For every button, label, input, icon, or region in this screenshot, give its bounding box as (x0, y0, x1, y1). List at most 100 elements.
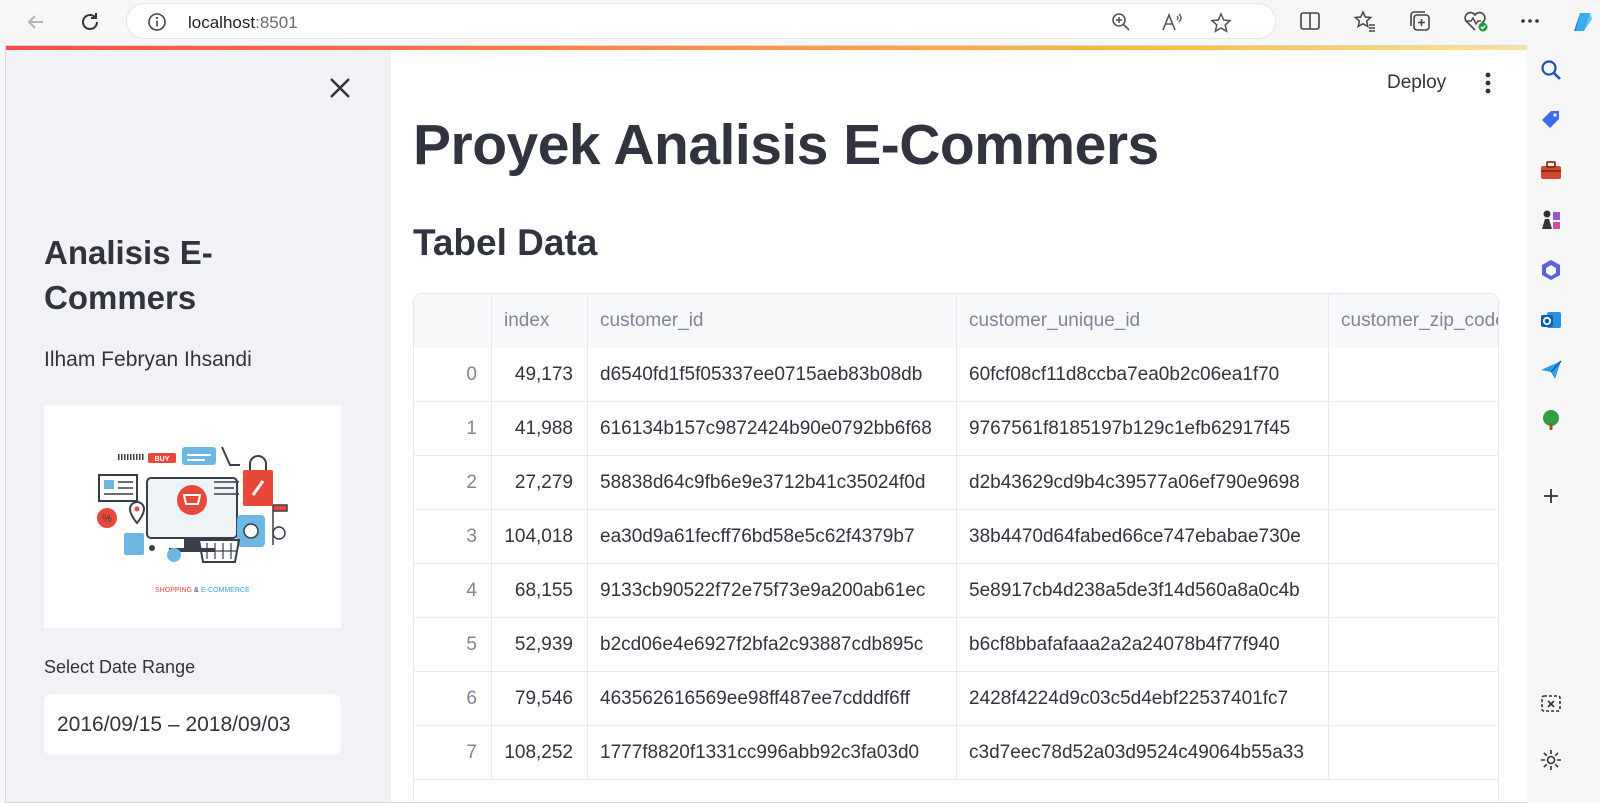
table-row[interactable]: 2 27,279 58838d64c9fb6e9e3712b41c35024f0d d… (414, 456, 1498, 510)
info-icon[interactable] (147, 12, 167, 32)
row-number-cell[interactable]: 4 (414, 564, 492, 618)
add-icon[interactable] (1539, 484, 1565, 510)
image-caption-ecommerce: E-COMMERCE (201, 587, 250, 594)
index-cell[interactable]: 79,546 (492, 672, 588, 726)
browser-essentials-icon[interactable] (1463, 9, 1489, 35)
customer-zip-code-cell[interactable] (1329, 672, 1498, 726)
customer-zip-code-cell[interactable] (1329, 348, 1498, 402)
send-icon[interactable] (1539, 358, 1565, 384)
table-row[interactable]: 3 104,018 ea30d9a61fecff76bd58e5c62f4379b7… (414, 510, 1498, 564)
customer-unique-id-cell[interactable]: b6cf8bbafafaaa2a2a24078b4f77f940 (957, 618, 1329, 672)
tools-icon[interactable] (1539, 158, 1565, 184)
outlook-icon[interactable] (1539, 308, 1565, 334)
customer-unique-id-cell[interactable]: 5e8917cb4d238a5de3f14d560a8a0c4b (957, 564, 1329, 618)
image-caption-amp: & (194, 587, 199, 594)
customer-id-cell[interactable]: d6540fd1f5f05337ee0715aeb83b08db (588, 348, 957, 402)
index-cell[interactable]: 41,988 (492, 402, 588, 456)
header-cell-rownum[interactable] (414, 294, 492, 348)
browser-sidebar (1527, 44, 1600, 803)
customer-unique-id-cell[interactable]: d2b43629cd9b4c39577a06ef790e9698 (957, 456, 1329, 510)
table-row[interactable]: 5 52,939 b2cd06e4e6927f2bfa2c93887cdb895c b… (414, 618, 1498, 672)
customer-id-cell[interactable]: 1777f8820f1331cc996abb92c3fa03d0 (588, 726, 957, 780)
customer-id-cell[interactable]: 616134b157c9872424b90e0792bb6f68 (588, 402, 957, 456)
table-header-row: index customer_id customer_unique_id cus… (414, 294, 1498, 348)
customer-unique-id-cell[interactable]: 2428f4224d9c03c5d4ebf22537401fc7 (957, 672, 1329, 726)
page-window: Analisis E-Commers Ilham Febryan Ihsandi… (5, 45, 1558, 803)
sidebar-title: Analisis E-Commers (44, 234, 213, 316)
customer-unique-id-cell[interactable]: 38b4470d64fabed66ce747ebabae730e (957, 510, 1329, 564)
customer-unique-id-cell[interactable]: c3d7eec78d52a03d9524c49064b55a33 (957, 726, 1329, 780)
index-cell[interactable]: 49,173 (492, 348, 588, 402)
header-cell-customer-id[interactable]: customer_id (588, 294, 957, 348)
microsoft-365-icon[interactable] (1539, 258, 1565, 284)
row-number-cell[interactable]: 2 (414, 456, 492, 510)
customer-zip-code-cell[interactable] (1329, 456, 1498, 510)
screenshot-icon[interactable] (1539, 692, 1565, 718)
refresh-icon[interactable] (74, 6, 106, 38)
ecommerce-illustration: BUY % SHOPPING & E-COMMERCE (44, 405, 341, 628)
buy-tag-text: BUY (155, 456, 170, 463)
customer-unique-id-cell[interactable]: 60fcf08cf11d8ccba7ea0b2c06ea1f70 (957, 348, 1329, 402)
index-cell[interactable]: 52,939 (492, 618, 588, 672)
table-row[interactable]: 4 68,155 9133cb90522f72e75f73e9a200ab61ec 5… (414, 564, 1498, 618)
games-icon[interactable] (1539, 208, 1565, 234)
date-range-input[interactable]: 2016/09/15 – 2018/09/03 (44, 694, 341, 755)
read-aloud-icon[interactable] (1161, 12, 1182, 32)
index-cell[interactable]: 68,155 (492, 564, 588, 618)
browser-toolbar: localhost:8501 (0, 0, 1600, 44)
split-screen-icon[interactable] (1298, 9, 1324, 35)
section-title: Tabel Data (413, 222, 598, 263)
index-cell[interactable]: 27,279 (492, 456, 588, 510)
customer-zip-code-cell[interactable] (1329, 510, 1498, 564)
row-number-cell[interactable]: 0 (414, 348, 492, 402)
table-row[interactable]: 0 49,173 d6540fd1f5f05337ee0715aeb83b08db 6… (414, 348, 1498, 402)
settings-gear-icon[interactable] (1539, 748, 1565, 774)
table-row[interactable]: 1 41,988 616134b157c9872424b90e0792bb6f68 9… (414, 402, 1498, 456)
header-cell-customer-unique-id[interactable]: customer_unique_id (957, 294, 1329, 348)
url-port: :8501 (255, 13, 298, 32)
main-menu-icon[interactable] (1479, 70, 1497, 96)
shopping-tag-icon[interactable] (1539, 108, 1565, 134)
customer-id-cell[interactable]: 9133cb90522f72e75f73e9a200ab61ec (588, 564, 957, 618)
customer-zip-code-cell[interactable] (1329, 618, 1498, 672)
percent-symbol: % (102, 513, 112, 525)
zoom-icon[interactable] (1111, 12, 1131, 32)
deploy-button[interactable]: Deploy (1387, 72, 1446, 94)
customer-zip-code-cell[interactable] (1329, 402, 1498, 456)
sidebar: Analisis E-Commers Ilham Febryan Ihsandi… (6, 50, 391, 802)
row-number-cell[interactable]: 3 (414, 510, 492, 564)
data-table[interactable]: index customer_id customer_unique_id cus… (413, 293, 1499, 802)
date-range-label: Select Date Range (44, 657, 196, 677)
back-icon[interactable] (20, 6, 52, 38)
collections-icon[interactable] (1408, 9, 1434, 35)
customer-id-cell[interactable]: 58838d64c9fb6e9e3712b41c35024f0d (588, 456, 957, 510)
favorite-star-icon[interactable] (1210, 12, 1232, 33)
table-row[interactable]: 7 108,252 1777f8820f1331cc996abb92c3fa03d0… (414, 726, 1498, 780)
copilot-icon[interactable] (1568, 9, 1598, 35)
index-cell[interactable]: 108,252 (492, 726, 588, 780)
row-number-cell[interactable]: 1 (414, 402, 492, 456)
header-cell-index[interactable]: index (492, 294, 588, 348)
favorites-icon[interactable] (1353, 9, 1379, 35)
table-row[interactable]: 6 79,546 463562616569ee98ff487ee7cdddf6ff 2… (414, 672, 1498, 726)
search-icon[interactable] (1539, 58, 1565, 84)
customer-unique-id-cell[interactable]: 9767561f8185197b129c1efb62917f45 (957, 402, 1329, 456)
row-number-cell[interactable]: 5 (414, 618, 492, 672)
close-sidebar-icon[interactable] (326, 74, 354, 102)
image-caption-shopping: SHOPPING (155, 587, 192, 594)
url-text[interactable]: localhost:8501 (188, 13, 298, 33)
customer-id-cell[interactable]: 463562616569ee98ff487ee7cdddf6ff (588, 672, 957, 726)
index-cell[interactable]: 104,018 (492, 510, 588, 564)
address-bar[interactable]: localhost:8501 (126, 3, 1276, 39)
author-name: Ilham Febryan Ihsandi (44, 348, 252, 371)
more-options-icon[interactable] (1518, 9, 1544, 35)
customer-zip-code-cell[interactable] (1329, 564, 1498, 618)
row-number-cell[interactable]: 7 (414, 726, 492, 780)
tree-icon[interactable] (1539, 408, 1565, 434)
customer-zip-code-cell[interactable] (1329, 726, 1498, 780)
customer-id-cell[interactable]: b2cd06e4e6927f2bfa2c93887cdb895c (588, 618, 957, 672)
row-number-cell[interactable]: 6 (414, 672, 492, 726)
page-title: Proyek Analisis E-Commers (413, 113, 1159, 177)
customer-id-cell[interactable]: ea30d9a61fecff76bd58e5c62f4379b7 (588, 510, 957, 564)
header-cell-customer-zip-code[interactable]: customer_zip_code (1329, 294, 1498, 348)
